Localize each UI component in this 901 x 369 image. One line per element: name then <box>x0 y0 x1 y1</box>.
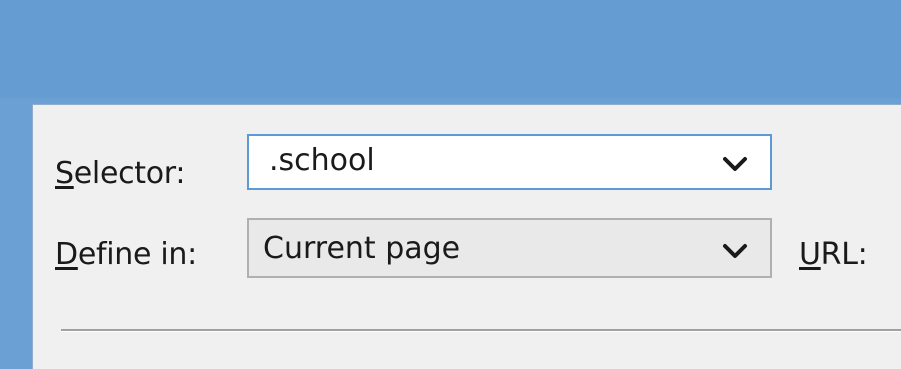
url-label: URL: <box>799 237 868 272</box>
define-in-label-accelerator: D <box>55 237 78 272</box>
selector-label: Selector: <box>55 156 185 191</box>
chevron-down-icon[interactable] <box>722 242 748 260</box>
url-label-accelerator: U <box>799 237 821 272</box>
title-bar[interactable] <box>0 0 901 98</box>
chevron-down-icon[interactable] <box>722 155 748 173</box>
dialog-body: Selector: .school Define in: Current pag… <box>32 104 901 369</box>
selector-combobox[interactable]: .school <box>247 134 772 190</box>
define-in-value: Current page <box>263 231 461 266</box>
url-label-text: RL: <box>820 237 868 272</box>
dialog-window: Selector: .school Define in: Current pag… <box>0 0 901 369</box>
define-in-label: Define in: <box>55 237 197 272</box>
selector-label-accelerator: S <box>55 156 74 191</box>
selector-label-text: elector: <box>73 156 186 191</box>
selector-input[interactable]: .school <box>269 143 375 178</box>
define-in-label-text: efine in: <box>77 237 197 272</box>
define-in-select[interactable]: Current page <box>247 218 772 278</box>
section-divider <box>61 329 901 332</box>
